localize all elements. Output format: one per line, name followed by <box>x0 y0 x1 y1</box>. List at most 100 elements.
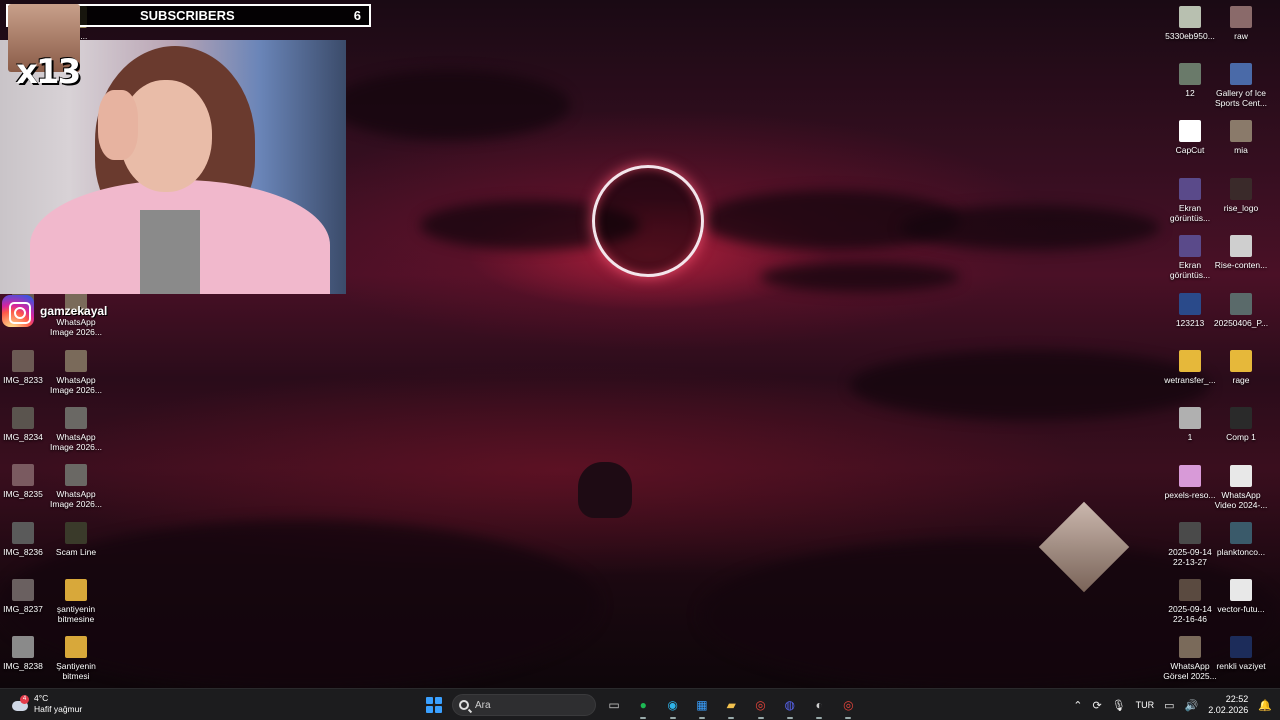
desktop-icon[interactable]: WhatsApp Video 2024-... <box>1211 465 1271 510</box>
weather-widget[interactable]: 4 4°C Hafif yağmur <box>10 693 82 715</box>
desktop-icon-thumbnail <box>12 350 34 372</box>
subscribers-count: 6 <box>353 8 361 23</box>
edge-icon[interactable]: ◉ <box>662 694 684 719</box>
weather-temp: 4°C <box>34 693 49 703</box>
desktop-icon[interactable]: mia <box>1211 120 1271 155</box>
desktop-icon-thumbnail <box>1179 120 1201 142</box>
desktop-icon-label: planktonco... <box>1216 547 1266 557</box>
desktop-icon-thumbnail <box>65 636 87 658</box>
desktop-icon-thumbnail <box>65 579 87 601</box>
desktop-icon-label: mia <box>1234 145 1248 155</box>
obs-icon[interactable]: ◐ <box>808 694 830 719</box>
desktop-icon-thumbnail <box>1230 636 1252 658</box>
desktop-icon[interactable]: planktonco... <box>1211 522 1271 557</box>
desktop-icon-label: raw <box>1234 31 1248 41</box>
desktop-icon-thumbnail <box>1179 522 1201 544</box>
desktop-icon-thumbnail <box>1230 6 1252 28</box>
desktop-icon[interactable]: Şantiyenin bitmesi <box>46 636 106 681</box>
sync-icon[interactable]: ⟳ <box>1092 699 1101 712</box>
desktop-icon-thumbnail <box>65 464 87 486</box>
desktop-icon-label: Gallery of Ice Sports Cent... <box>1215 88 1267 108</box>
volume-icon[interactable]: 🔊 <box>1185 699 1199 712</box>
instagram-overlay: gamzekayal <box>2 295 107 327</box>
desktop-icon-thumbnail <box>1179 636 1201 658</box>
desktop-icon[interactable]: 20250406_P... <box>1211 293 1271 328</box>
desktop-icon-label: şantiyenin bitmesine <box>56 604 96 624</box>
weather-desc: Hafif yağmur <box>34 704 83 714</box>
desktop-icon-thumbnail <box>1179 407 1201 429</box>
weather-cloud-icon: 4 <box>10 695 29 713</box>
network-icon[interactable]: ▭ <box>1164 699 1174 712</box>
desktop-icon[interactable]: renkli vaziyet <box>1211 636 1271 671</box>
search-icon <box>459 700 469 710</box>
chrome-active-icon[interactable]: ◎ <box>837 694 859 719</box>
desktop-icon[interactable]: şantiyenin bitmesine <box>46 579 106 624</box>
desktop-icon-label: 20250406_P... <box>1213 318 1269 328</box>
desktop-icon-label: Scam Line <box>55 547 97 557</box>
desktop-icon-thumbnail <box>1179 63 1201 85</box>
instagram-icon <box>2 295 34 327</box>
desktop-icon-thumbnail <box>1230 235 1252 257</box>
clock-date: 2.02.2026 <box>1208 705 1249 715</box>
instagram-handle: gamzekayal <box>40 304 108 318</box>
desktop-icon-label: renkli vaziyet <box>1216 661 1266 671</box>
desktop-icon-thumbnail <box>1179 579 1201 601</box>
desktop-icon[interactable]: Comp 1 <box>1211 407 1271 442</box>
desktop-icon[interactable]: rage <box>1211 350 1271 385</box>
desktop-icon-label: WhatsApp Image 2026... <box>50 432 102 452</box>
notification-icon[interactable]: 🔔 <box>1258 699 1272 712</box>
language-indicator[interactable]: TUR <box>1136 700 1155 710</box>
desktop-icon-label: Comp 1 <box>1226 432 1256 442</box>
desktop-icon-thumbnail <box>1179 178 1201 200</box>
desktop-icon-label: WhatsApp Image 2026... <box>50 375 102 395</box>
system-tray: ⌃ ⟳ 🎙 TUR ▭ 🔊 22:52 2.02.2026 🔔 <box>1073 689 1272 720</box>
desktop-icon-thumbnail <box>12 464 34 486</box>
store-icon[interactable]: ▦ <box>691 694 713 719</box>
rock-graphic <box>578 462 632 518</box>
desktop-icon-thumbnail <box>1179 350 1201 372</box>
clock[interactable]: 22:52 2.02.2026 <box>1208 694 1248 716</box>
desktop-icon-thumbnail <box>12 636 34 658</box>
clock-time: 22:52 <box>1225 694 1249 704</box>
desktop-icon-thumbnail <box>1230 120 1252 142</box>
desktop-icon-thumbnail <box>65 350 87 372</box>
chrome-icon[interactable]: ◎ <box>750 694 772 719</box>
emote-multiplier: x13 <box>16 52 81 92</box>
desktop-icon-thumbnail <box>1179 293 1201 315</box>
file-explorer-icon[interactable]: ▰ <box>720 694 742 719</box>
microphone-icon[interactable]: 🎙 <box>1112 699 1126 712</box>
taskbar-search[interactable]: Ara <box>452 694 596 716</box>
eclipse-graphic <box>592 165 704 277</box>
discord-icon[interactable]: ◍ <box>779 694 801 719</box>
desktop-icon[interactable]: Gallery of Ice Sports Cent... <box>1211 63 1271 108</box>
desktop-icon-thumbnail <box>1230 350 1252 372</box>
desktop-icon[interactable]: WhatsApp Image 2026... <box>46 464 106 509</box>
chevron-up-icon[interactable]: ⌃ <box>1073 699 1082 712</box>
desktop-icon-thumbnail <box>1230 579 1252 601</box>
desktop-icon[interactable]: Rise-conten... <box>1211 235 1271 270</box>
desktop-icon-thumbnail <box>1230 63 1252 85</box>
task-view-icon[interactable]: ▭ <box>603 694 625 716</box>
desktop-icon-thumbnail <box>12 522 34 544</box>
desktop-icon-thumbnail <box>12 579 34 601</box>
start-button[interactable] <box>426 697 442 713</box>
desktop-icon[interactable]: WhatsApp Image 2026... <box>46 407 106 452</box>
desktop-icon-thumbnail <box>1230 465 1252 487</box>
desktop-icon-thumbnail <box>1230 522 1252 544</box>
desktop-icon[interactable]: rise_logo <box>1211 178 1271 213</box>
desktop-icon-thumbnail <box>1179 235 1201 257</box>
subscribers-label: SUBSCRIBERS <box>140 8 235 23</box>
desktop-icon[interactable]: WhatsApp Image 2026... <box>46 350 106 395</box>
desktop-icon-label: vector-futu... <box>1217 604 1265 614</box>
desktop-icon-thumbnail <box>1230 178 1252 200</box>
desktop-icon-thumbnail <box>1230 293 1252 315</box>
desktop-icon[interactable]: Scam Line <box>46 522 106 557</box>
spotify-icon[interactable]: ● <box>632 694 654 719</box>
desktop-icon[interactable]: vector-futu... <box>1211 579 1271 614</box>
desktop-icon[interactable]: raw <box>1211 6 1271 41</box>
desktop-icon-thumbnail <box>65 522 87 544</box>
desktop-icon-thumbnail <box>65 407 87 429</box>
desktop-icon-label: WhatsApp Image 2026... <box>50 489 102 509</box>
desktop-icon-label: rage <box>1232 375 1250 385</box>
desktop-icon-label: Şantiyenin bitmesi <box>56 661 96 681</box>
